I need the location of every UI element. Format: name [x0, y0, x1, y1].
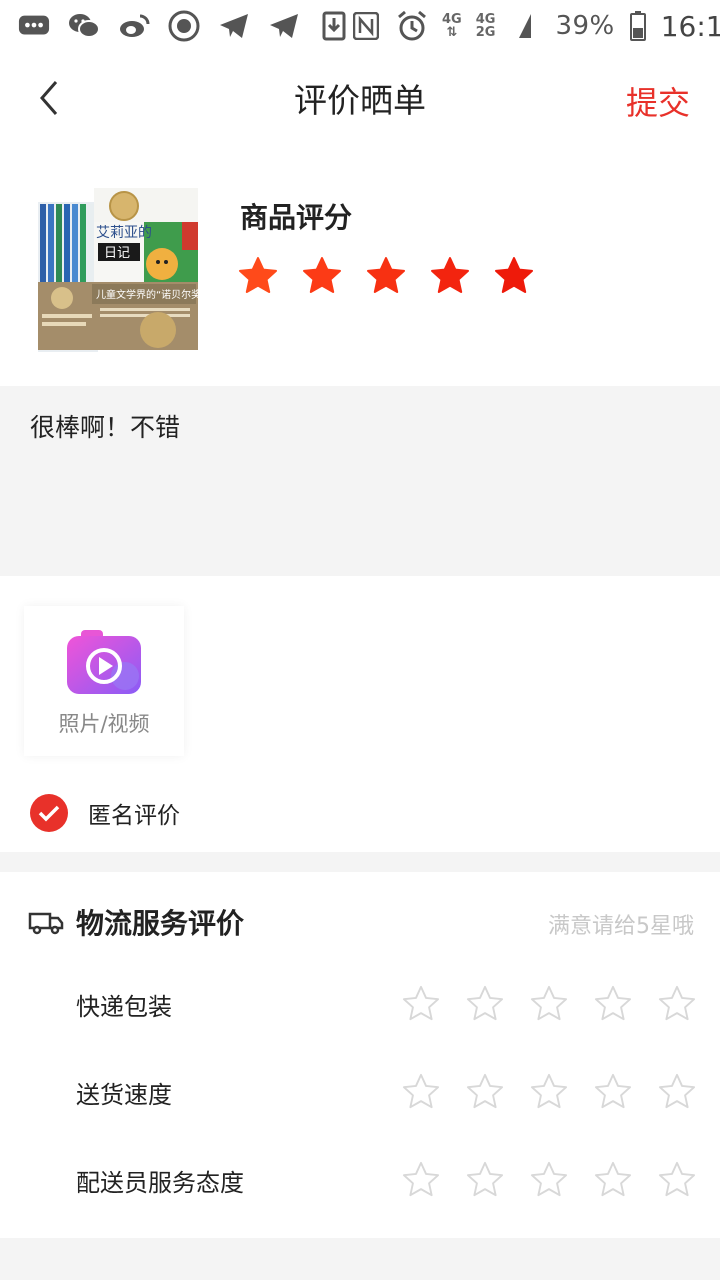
product-rating-stars: [238, 256, 534, 296]
circle-app-icon: [168, 10, 200, 42]
chevron-left-icon: [40, 81, 58, 115]
courier-rating-stars: [402, 1161, 696, 1199]
download-icon: [318, 11, 350, 41]
star-outline-icon[interactable]: [466, 1161, 504, 1199]
review-text-area[interactable]: 很棒啊！不错: [0, 386, 720, 576]
star-outline-icon[interactable]: [402, 1073, 440, 1111]
bottom-spacer: [0, 1238, 720, 1280]
submit-button[interactable]: 提交: [626, 78, 690, 124]
cover-title-text: 艾莉亚的: [96, 225, 152, 241]
weibo-icon: [118, 11, 150, 41]
logistics-rating-section: 物流服务评价 满意请给5星哦 快递包装 送货速度 配送员服务态度: [0, 872, 720, 1238]
battery-icon: [629, 11, 647, 41]
battery-percent: 39%: [555, 11, 615, 41]
star-outline-icon[interactable]: [530, 1073, 568, 1111]
upload-photo-video-button[interactable]: 照片/视频: [24, 606, 184, 756]
star-outline-icon[interactable]: [466, 1073, 504, 1111]
packaging-rating-stars: [402, 985, 696, 1023]
review-text: 很棒啊！不错: [30, 413, 181, 442]
star-icon[interactable]: [494, 256, 534, 296]
delivery-truck-icon: [28, 912, 64, 935]
logistics-title: 物流服务评价: [76, 907, 245, 940]
back-button[interactable]: [30, 78, 70, 118]
star-outline-icon[interactable]: [658, 985, 696, 1023]
notification-icons: [18, 10, 350, 42]
alarm-icon: [396, 10, 428, 41]
logistics-hint: 满意请给5星哦: [548, 914, 694, 939]
upload-label: 照片/视频: [58, 712, 150, 736]
logistics-header: 物流服务评价: [28, 902, 244, 942]
star-icon[interactable]: [430, 256, 470, 296]
wechat-icon: [68, 11, 100, 41]
logistics-row-label: 快递包装: [76, 992, 172, 1021]
camera-video-icon: [67, 630, 141, 694]
navigation-bar: 评价晒单 提交: [0, 52, 720, 144]
star-outline-icon[interactable]: [530, 1161, 568, 1199]
cover-subtitle-text: 日记: [104, 246, 130, 261]
star-outline-icon[interactable]: [594, 985, 632, 1023]
network-dual-indicator: 4G 2G: [475, 12, 496, 40]
logistics-row-label: 配送员服务态度: [76, 1168, 244, 1197]
status-bar: 4G⇅ 4G2G 39% 16:13: [0, 0, 720, 52]
cover-banner-text: 儿童文学界的“诺贝尔奖”: [96, 288, 202, 301]
star-icon[interactable]: [238, 256, 278, 296]
product-rating-title: 商品评分: [240, 201, 353, 234]
section-divider: [0, 852, 720, 872]
system-indicators: 4G⇅ 4G2G 39% 16:13: [350, 10, 720, 43]
nfc-icon: [350, 11, 382, 41]
review-page: 4G⇅ 4G2G 39% 16:13 评价晒单 提交: [0, 0, 720, 1280]
telegram-icon: [218, 11, 250, 41]
star-icon[interactable]: [302, 256, 342, 296]
star-outline-icon[interactable]: [658, 1073, 696, 1111]
logistics-row-courier: 配送员服务态度: [76, 1156, 696, 1204]
logistics-row-packaging: 快递包装: [76, 980, 696, 1028]
signal-icon: [509, 11, 541, 41]
clock: 16:13: [660, 9, 720, 43]
message-bubble-icon: [18, 11, 50, 41]
product-image: 艾莉亚的 日记 儿童文学界的“诺贝尔奖”: [38, 188, 202, 352]
anonymous-label: 匿名评价: [88, 803, 180, 829]
star-outline-icon[interactable]: [402, 985, 440, 1023]
star-outline-icon[interactable]: [594, 1073, 632, 1111]
checkmark-icon: [30, 794, 68, 832]
star-outline-icon[interactable]: [530, 985, 568, 1023]
star-outline-icon[interactable]: [658, 1161, 696, 1199]
star-icon[interactable]: [366, 256, 406, 296]
network-4g-indicator: 4G ⇅: [442, 12, 462, 40]
star-outline-icon[interactable]: [466, 985, 504, 1023]
product-rating-section: 艾莉亚的 日记 儿童文学界的“诺贝尔奖” 商品评分: [0, 160, 720, 386]
star-outline-icon[interactable]: [402, 1161, 440, 1199]
logistics-row-label: 送货速度: [76, 1080, 172, 1109]
speed-rating-stars: [402, 1073, 696, 1111]
logistics-row-speed: 送货速度: [76, 1068, 696, 1116]
star-outline-icon[interactable]: [594, 1161, 632, 1199]
page-title: 评价晒单: [294, 81, 426, 120]
anonymous-toggle[interactable]: 匿名评价: [30, 794, 180, 832]
media-section: 照片/视频 匿名评价: [0, 576, 720, 852]
telegram-icon-2: [268, 11, 300, 41]
